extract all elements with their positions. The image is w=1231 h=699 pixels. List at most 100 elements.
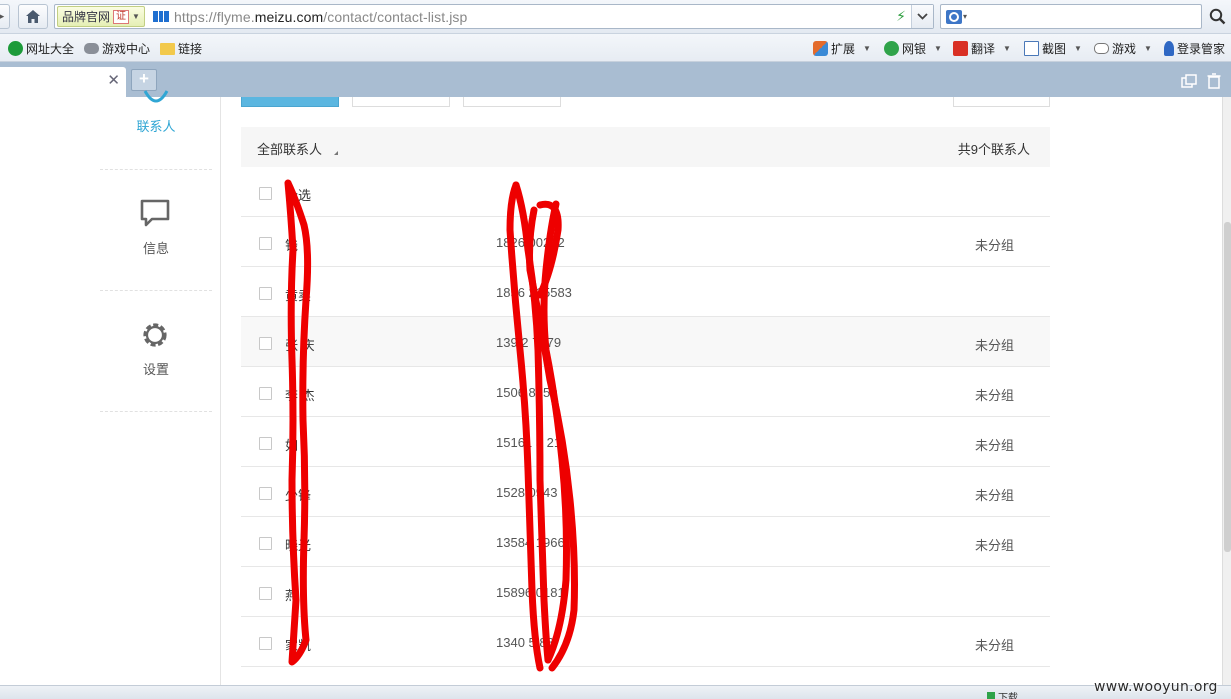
gamepad-icon — [1094, 43, 1109, 54]
brand-site-badge[interactable]: 品牌官网 证 ▼ — [57, 6, 145, 27]
contact-phone: 1856 215583 — [496, 285, 572, 300]
site-favicon-icon — [152, 11, 169, 22]
contacts-icon — [143, 90, 169, 103]
scrollbar-thumb[interactable] — [1224, 222, 1231, 552]
select-all-row: 全选 — [241, 167, 1050, 217]
row-checkbox[interactable] — [259, 487, 272, 500]
key-icon — [1164, 41, 1174, 56]
contact-group: 未分组 — [975, 438, 1015, 453]
contact-name: 燕 — [285, 588, 299, 603]
speed-mode-icon[interactable]: ⚡ — [891, 8, 911, 25]
table-row[interactable]: 黄卖 1856 215583 — [241, 267, 1050, 317]
chevron-down-icon: ▼ — [132, 12, 140, 21]
select-all-checkbox[interactable] — [259, 187, 272, 200]
chevron-down-icon — [917, 13, 928, 20]
contact-group: 未分组 — [975, 388, 1015, 403]
bank-shield-icon — [884, 41, 899, 56]
contact-name: 少锋 — [285, 488, 312, 503]
search-engine-icon[interactable] — [946, 9, 962, 24]
filter-dropdown[interactable] — [352, 97, 450, 107]
row-checkbox[interactable] — [259, 237, 272, 250]
search-input[interactable]: ▾ — [940, 4, 1202, 29]
back-arrow-icon: ▸ — [0, 11, 5, 21]
contact-phone: 1340 5 88 — [496, 635, 554, 650]
row-checkbox[interactable] — [259, 637, 272, 650]
sort-dropdown[interactable] — [463, 97, 561, 107]
contact-list-header: 全部联系人 共9个联系人 — [241, 127, 1050, 167]
brand-badge-label: 品牌官网 — [62, 10, 111, 24]
contact-group: 未分组 — [975, 238, 1015, 253]
table-row[interactable]: 燕 15896 0181 — [241, 567, 1050, 617]
contact-phone: 15896 0181 — [496, 585, 565, 600]
table-row[interactable]: 李 杰 1506 8550 未分组 — [241, 367, 1050, 417]
favorite-item[interactable]: 网址大全 — [8, 40, 74, 57]
row-checkbox[interactable] — [259, 437, 272, 450]
row-checkbox[interactable] — [259, 287, 272, 300]
sidebar-divider — [100, 411, 212, 412]
dropdown-corner-icon — [334, 151, 338, 155]
contact-phone: 1528 0943 — [496, 485, 558, 500]
chevron-down-icon: ▾ — [963, 12, 968, 21]
message-icon — [140, 199, 170, 227]
back-button[interactable]: ▸ — [0, 4, 10, 29]
table-row[interactable]: 钱 1826 00212 未分组 — [241, 217, 1050, 267]
contact-phone: 15161 5 21 — [496, 435, 562, 450]
translate-icon — [953, 41, 968, 56]
contact-phone: 1506 8550 — [496, 385, 558, 400]
row-checkbox[interactable] — [259, 337, 272, 350]
contact-name: 李 杰 — [285, 388, 315, 403]
tool-login-manager[interactable]: 登录管家 — [1164, 40, 1225, 57]
watermark-text: www.wooyun.org — [1094, 679, 1218, 695]
contact-name: 张 庆 — [285, 338, 315, 353]
download-arrow-icon — [987, 692, 995, 699]
row-checkbox[interactable] — [259, 537, 272, 550]
cert-badge: 证 — [113, 9, 130, 24]
contact-group: 未分组 — [975, 638, 1015, 653]
sidebar-item-contacts[interactable]: 联系人 — [100, 41, 212, 162]
page-scrollbar[interactable] — [1222, 97, 1231, 685]
screenshot-icon — [1024, 41, 1039, 56]
cube-icon — [813, 41, 828, 56]
tool-screenshot[interactable]: 截图 ▼ — [1024, 40, 1082, 57]
sidebar-item-label: 设置 — [142, 362, 169, 377]
table-row[interactable]: 少锋 1528 0943 未分组 — [241, 467, 1050, 517]
tool-games[interactable]: 游戏 ▼ — [1094, 40, 1152, 57]
url-dropdown-button[interactable] — [911, 5, 933, 28]
search-button[interactable] — [1204, 4, 1231, 29]
sidebar-item-settings[interactable]: 设置 — [100, 290, 212, 411]
search-icon — [1209, 8, 1226, 25]
browser-toolbar: ▸ 品牌官网 证 ▼ https://flyme.meizu.com/conta… — [0, 0, 1231, 34]
row-checkbox[interactable] — [259, 587, 272, 600]
tool-netbank[interactable]: 网银 ▼ — [884, 40, 942, 57]
tool-extensions[interactable]: 扩展 ▼ — [813, 40, 871, 57]
sidebar-item-label: 联系人 — [136, 119, 176, 134]
group-filter-label[interactable]: 全部联系人 — [257, 139, 322, 158]
primary-action-button[interactable] — [241, 97, 339, 107]
search-contacts-input[interactable] — [953, 97, 1050, 107]
sidebar: 联系人 信息 设置 — [0, 90, 221, 685]
contact-group: 未分组 — [975, 538, 1015, 553]
contact-name: 家凯 — [285, 638, 312, 653]
contact-name: 晓光 — [285, 538, 312, 553]
address-bar[interactable]: 品牌官网 证 ▼ https://flyme.meizu.com/contact… — [54, 4, 934, 29]
sidebar-item-messages[interactable]: 信息 — [100, 169, 212, 290]
contact-name: 如 — [285, 438, 299, 453]
row-checkbox[interactable] — [259, 387, 272, 400]
contact-phone: 1826 00212 — [496, 235, 565, 250]
table-row[interactable]: 如 15161 5 21 未分组 — [241, 417, 1050, 467]
download-button[interactable]: 下载 — [987, 689, 1018, 699]
contact-group: 未分组 — [975, 338, 1015, 353]
select-all-label: 全选 — [285, 188, 312, 203]
contact-name: 钱 — [285, 238, 299, 253]
url-text[interactable]: https://flyme.meizu.com/contact/contact-… — [174, 9, 891, 25]
restore-tab-button[interactable] — [1180, 72, 1198, 90]
tool-translate[interactable]: 翻译 ▼ — [953, 40, 1011, 57]
contact-name: 黄卖 — [285, 288, 312, 303]
table-row[interactable]: 家凯 1340 5 88 未分组 — [241, 617, 1050, 667]
home-button[interactable] — [18, 4, 48, 29]
table-row[interactable]: 晓光 13584 1966 未分组 — [241, 517, 1050, 567]
contact-phone: 13584 1966 — [496, 535, 565, 550]
sidebar-item-label: 信息 — [142, 241, 169, 256]
table-row[interactable]: 张 庆 139 2 7179 未分组 — [241, 317, 1050, 367]
trash-button[interactable] — [1205, 72, 1223, 90]
